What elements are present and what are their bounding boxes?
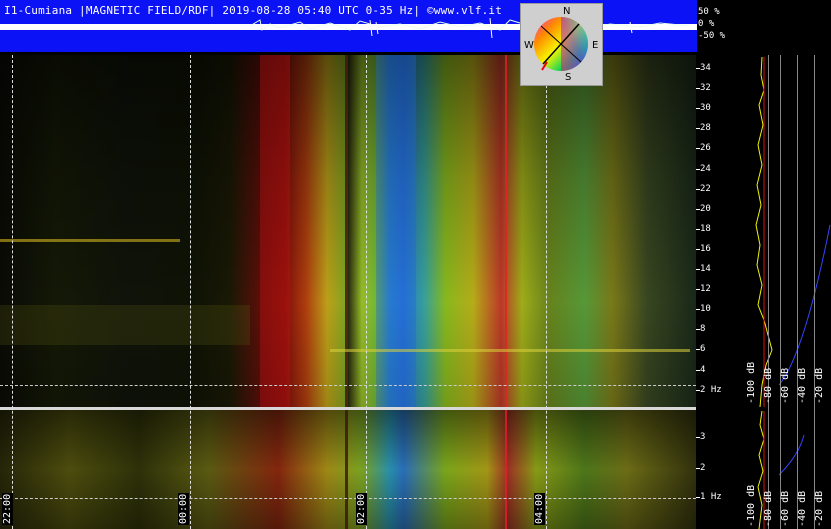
db-gridline xyxy=(780,55,781,529)
db-label: -60 dB xyxy=(780,367,791,404)
freq-tick-label: 8 xyxy=(700,324,706,335)
chart-title: I1-Cumiana |MAGNETIC FIELD/RDF| 2019-08-… xyxy=(4,4,503,17)
grid-line xyxy=(366,55,367,529)
spectrogram-main xyxy=(0,55,696,407)
db-label: -20 dB xyxy=(814,367,825,404)
direction-compass: N E S W xyxy=(520,3,603,86)
grid-line xyxy=(546,55,547,529)
compass-north: N xyxy=(563,6,571,17)
compass-east: E xyxy=(592,40,599,51)
db-label: -80 dB xyxy=(763,490,774,527)
grid-line xyxy=(0,385,696,386)
percent-label: 0 % xyxy=(698,19,715,29)
spectrum-panel xyxy=(744,55,831,529)
freq-tick-label: 4 xyxy=(700,364,706,375)
freq-tick-label: 26 xyxy=(700,143,711,154)
db-gridline xyxy=(797,55,798,529)
grid-line xyxy=(12,55,13,529)
freq-tick-label: 6 xyxy=(700,344,706,355)
freq-tick-label: 28 xyxy=(700,123,711,134)
time-label: 00:00 xyxy=(178,492,189,525)
percent-label: -50 % xyxy=(698,31,726,41)
db-label: -20 dB xyxy=(814,490,825,527)
db-label: -80 dB xyxy=(763,367,774,404)
compass-south: S xyxy=(565,72,572,83)
time-label: 22:00 xyxy=(2,492,13,525)
spectrum-trace xyxy=(755,56,831,529)
db-label: -40 dB xyxy=(797,367,808,404)
freq-tick-label: 10 xyxy=(700,304,711,315)
db-label: -100 dB xyxy=(746,484,757,527)
freq-tick-label: 22 xyxy=(700,183,711,194)
db-label: -100 dB xyxy=(746,361,757,404)
grid-line xyxy=(190,55,191,529)
freq-tick-label: 12 xyxy=(700,284,711,295)
compass-west: W xyxy=(524,40,534,51)
freq-tick-label: 1 Hz xyxy=(700,492,722,502)
freq-tick-label: 20 xyxy=(700,203,711,214)
freq-tick-label: 34 xyxy=(700,63,711,73)
db-gridline xyxy=(768,55,769,529)
freq-tick-label: 16 xyxy=(700,243,711,254)
freq-tick-label: 2 Hz xyxy=(700,384,722,395)
time-label: 02:00 xyxy=(356,492,367,525)
freq-tick-label: 18 xyxy=(700,223,711,234)
db-label: -60 dB xyxy=(780,490,791,527)
db-label: -40 dB xyxy=(797,490,808,527)
freq-tick-label: 14 xyxy=(700,264,711,274)
freq-tick-label: 2 xyxy=(700,463,706,473)
freq-tick-label: 30 xyxy=(700,103,711,114)
freq-tick-label: 32 xyxy=(700,83,711,94)
spectrogram-low xyxy=(0,410,696,529)
time-label: 04:00 xyxy=(534,492,545,525)
freq-tick-label: 3 xyxy=(700,432,706,442)
freq-tick-label: 24 xyxy=(700,163,711,174)
grid-line xyxy=(0,498,696,499)
db-gridline xyxy=(814,55,815,529)
percent-scale: 50 % 0 % -50 % xyxy=(698,3,738,53)
percent-label: 50 % xyxy=(698,7,720,17)
